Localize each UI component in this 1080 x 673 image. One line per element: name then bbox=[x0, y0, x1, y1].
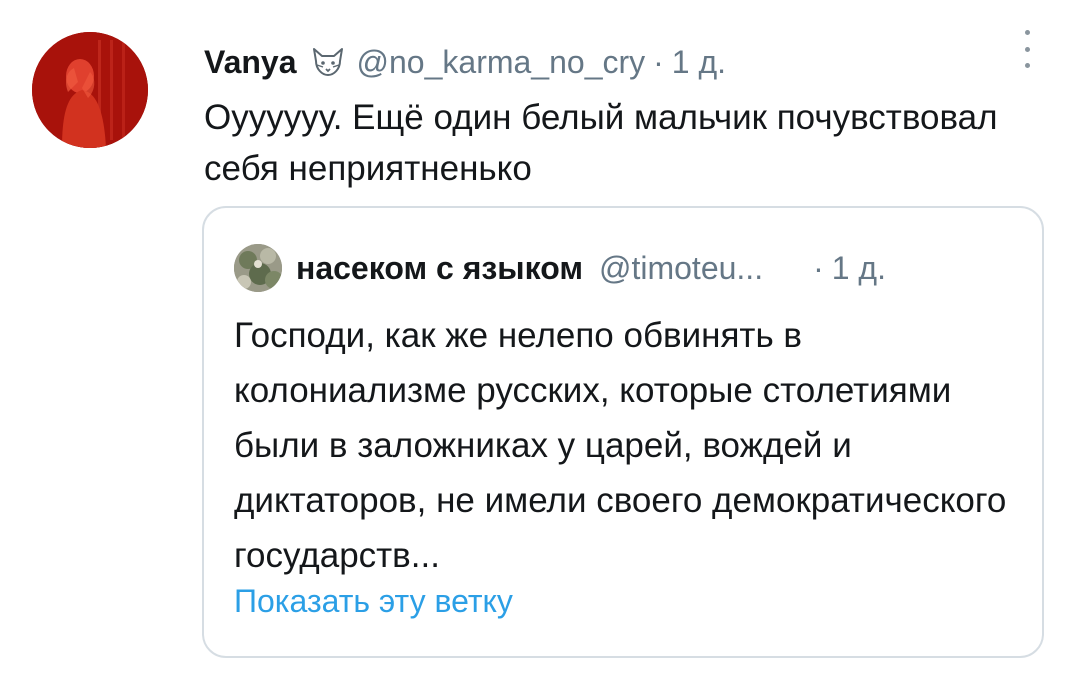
quoted-author-avatar[interactable] bbox=[234, 244, 282, 292]
tweet-timestamp[interactable]: 1 д. bbox=[672, 44, 726, 81]
quoted-tweet-text: Господи, как же нелепо обвинять в колони… bbox=[234, 316, 1007, 575]
separator-dot: · bbox=[813, 249, 824, 286]
author-avatar[interactable] bbox=[32, 32, 148, 148]
quoted-tweet-timestamp[interactable]: 1 д. bbox=[832, 250, 886, 287]
more-options-icon[interactable] bbox=[1022, 30, 1032, 68]
quoted-tweet-header: насеком с языком @timoteu... · 1 д. bbox=[234, 244, 886, 292]
separator-dot: · bbox=[653, 43, 664, 80]
fox-emoji-icon bbox=[311, 47, 345, 77]
quoted-author-handle[interactable]: @timoteu... bbox=[599, 250, 763, 287]
show-thread-link[interactable]: Показать эту ветку bbox=[234, 583, 513, 620]
quoted-tweet[interactable]: насеком с языком @timoteu... · 1 д. Госп… bbox=[202, 206, 1044, 658]
quoted-author-name[interactable]: насеком с языком bbox=[296, 250, 583, 287]
tweet-text: Оуууууу. Ещё один белый мальчик почувств… bbox=[204, 98, 998, 188]
author-handle[interactable]: @no_karma_no_cry bbox=[357, 44, 646, 81]
tweet[interactable]: Vanya @no_karma_no_cry · 1 д. Оуууууу. Е… bbox=[0, 0, 1080, 673]
tweet-header: Vanya @no_karma_no_cry · 1 д. bbox=[204, 42, 726, 82]
author-name[interactable]: Vanya bbox=[204, 44, 297, 81]
